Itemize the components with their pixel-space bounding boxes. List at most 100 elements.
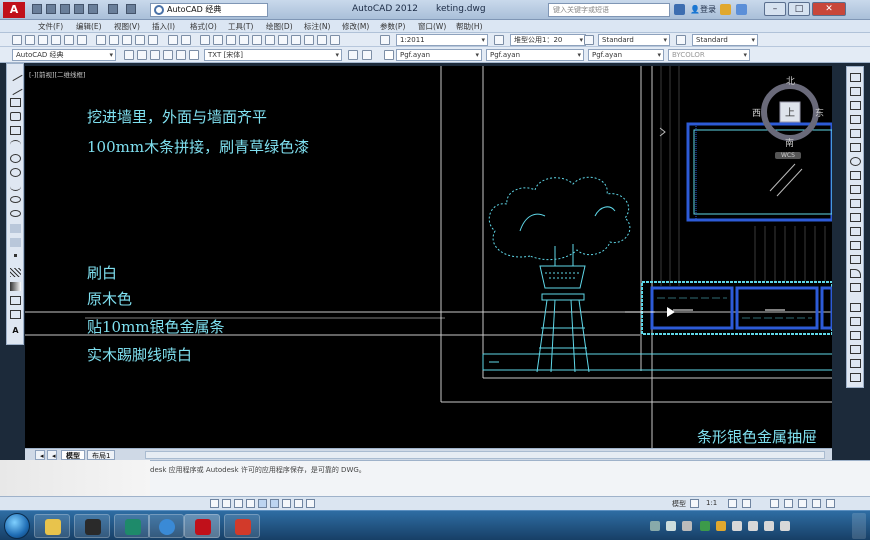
move-icon[interactable]: [850, 143, 861, 152]
join-icon[interactable]: [850, 241, 861, 250]
layout-icon[interactable]: [690, 499, 699, 508]
save-icon[interactable]: [60, 4, 70, 14]
zoom-realtime-icon[interactable]: [213, 35, 223, 45]
tray-icon-5[interactable]: [716, 521, 726, 531]
tab-first-icon[interactable]: ◂: [35, 450, 45, 460]
workspace-dropdown[interactable]: AutoCAD 经典: [12, 49, 116, 61]
annotation-note-3[interactable]: 刷白: [87, 262, 117, 283]
spline-icon[interactable]: [10, 182, 21, 191]
taskbar-browser[interactable]: [148, 514, 184, 538]
tray-icon-3[interactable]: [682, 521, 692, 531]
block-editor-icon[interactable]: [148, 35, 158, 45]
login-link[interactable]: 👤登录: [690, 4, 716, 15]
fillet-icon[interactable]: [850, 269, 861, 278]
menu-format[interactable]: 格式(O): [190, 21, 217, 32]
explode-icon[interactable]: [850, 283, 861, 292]
model-toggle[interactable]: 模型: [672, 499, 686, 509]
multileader-style-icon[interactable]: [676, 35, 686, 45]
erase-icon[interactable]: [850, 73, 861, 82]
new-icon[interactable]: [32, 4, 42, 14]
menu-help[interactable]: 帮助(H): [456, 21, 483, 32]
properties-icon[interactable]: [252, 35, 262, 45]
help-icon[interactable]: [736, 4, 747, 15]
ortho-icon[interactable]: [234, 499, 243, 508]
taskbar-app-2[interactable]: [74, 514, 110, 538]
tray-icon-1[interactable]: [650, 521, 660, 531]
otrack-icon[interactable]: [270, 499, 279, 508]
layer-state-icon[interactable]: [137, 50, 147, 60]
paste-icon[interactable]: [122, 35, 132, 45]
isolate-icon[interactable]: [812, 499, 821, 508]
start-button[interactable]: [4, 513, 30, 539]
table-style-icon[interactable]: [584, 35, 594, 45]
break-icon[interactable]: [850, 227, 861, 236]
hatch-icon[interactable]: [10, 268, 21, 277]
circle-icon[interactable]: [10, 154, 21, 163]
rectangle-icon[interactable]: [10, 126, 21, 135]
annotation-note-7[interactable]: 条形银色金属抽屉: [697, 426, 817, 447]
annotation-note-6[interactable]: 实木踢脚线喷白: [87, 344, 192, 365]
taskbar-explorer[interactable]: [34, 514, 70, 538]
viewcube-face[interactable]: 上: [785, 104, 795, 119]
viewcube[interactable]: 北 西 东 南 上 WCS: [752, 76, 824, 159]
polyline-icon[interactable]: [10, 98, 21, 107]
grid-icon[interactable]: [222, 499, 231, 508]
zoom-previous-icon[interactable]: [239, 35, 249, 45]
polar-icon[interactable]: [246, 499, 255, 508]
ellipse-arc-icon[interactable]: [10, 210, 21, 217]
chamfer-icon[interactable]: [850, 255, 861, 264]
annotation-note-5[interactable]: 贴10mm银色金属条: [87, 316, 225, 337]
sun-icon[interactable]: [163, 50, 173, 60]
new-icon[interactable]: [12, 35, 22, 45]
gradient-icon[interactable]: [10, 282, 21, 291]
tool-palettes-icon[interactable]: [278, 35, 288, 45]
undo-icon[interactable]: [108, 4, 118, 14]
lwt-icon[interactable]: [306, 499, 315, 508]
plotstyle-combo[interactable]: BYCOLOR: [668, 49, 750, 61]
menu-dimension[interactable]: 标注(N): [304, 21, 330, 32]
exchange-icon[interactable]: [720, 4, 731, 15]
redo-icon[interactable]: [181, 35, 191, 45]
security-icon[interactable]: [700, 521, 710, 531]
table-icon[interactable]: [10, 310, 21, 319]
workspace-switch-icon[interactable]: [770, 499, 779, 508]
print-icon[interactable]: [88, 4, 98, 14]
tab-model[interactable]: 模型: [61, 450, 85, 460]
show-desktop-button[interactable]: [852, 513, 866, 539]
markup-icon[interactable]: [304, 35, 314, 45]
workspace-combo[interactable]: AutoCAD 经典: [150, 3, 268, 17]
wcs-menu[interactable]: WCS: [775, 152, 801, 159]
linetype-combo-2[interactable]: Pgf.ayan: [486, 49, 584, 61]
extend-icon[interactable]: [850, 213, 861, 222]
lightbulb-icon[interactable]: [150, 50, 160, 60]
taskbar-autocad[interactable]: [184, 514, 220, 538]
menu-draw[interactable]: 绘图(D): [266, 21, 293, 32]
point-icon[interactable]: [14, 254, 17, 257]
tray-icon-2[interactable]: [666, 521, 676, 531]
trim-icon[interactable]: [850, 199, 861, 208]
cut-icon[interactable]: [96, 35, 106, 45]
sheet-set-icon[interactable]: [291, 35, 301, 45]
drawing-area[interactable]: [-][前视][二维线框] 挖进墙里，外面与墙面齐平 100mm木条拼接，刷青草…: [25, 66, 832, 448]
redo-icon[interactable]: [126, 4, 136, 14]
match-properties-icon[interactable]: [135, 35, 145, 45]
annotation-visibility-icon[interactable]: [728, 499, 737, 508]
dim-angular-icon[interactable]: [850, 345, 861, 354]
insert-block-icon[interactable]: [10, 224, 21, 233]
menu-edit[interactable]: 编辑(E): [76, 21, 102, 32]
stretch-icon[interactable]: [850, 185, 861, 194]
pan-icon[interactable]: [200, 35, 210, 45]
lock-icon[interactable]: [784, 499, 793, 508]
mirror-icon[interactable]: [850, 101, 861, 110]
dim-style-combo[interactable]: 堆型公用1：20: [510, 34, 586, 46]
taskbar-app-3[interactable]: [114, 514, 150, 538]
make-block-icon[interactable]: [10, 238, 21, 247]
osnap-icon[interactable]: [258, 499, 267, 508]
construction-line-icon[interactable]: [8, 81, 23, 96]
minimize-button[interactable]: –: [764, 2, 786, 16]
layer-previous-icon[interactable]: [362, 50, 372, 60]
menu-insert[interactable]: 插入(I): [152, 21, 175, 32]
tray-icon-9[interactable]: [780, 521, 790, 531]
publish-icon[interactable]: [77, 35, 87, 45]
dim-style-icon[interactable]: [494, 35, 504, 45]
